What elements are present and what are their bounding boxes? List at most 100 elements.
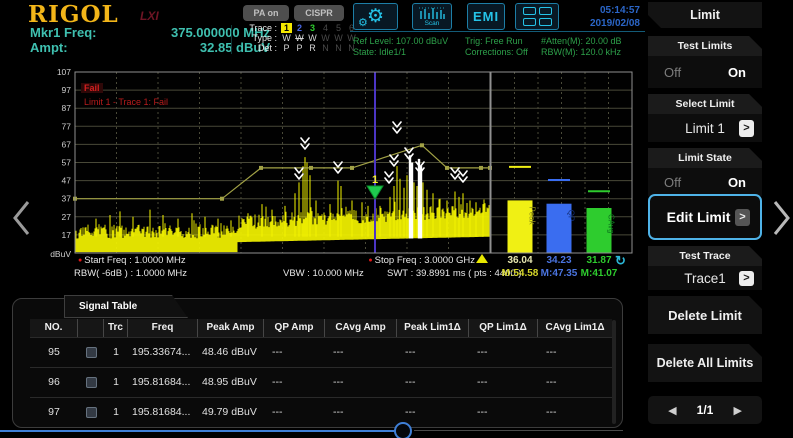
page-prev-icon[interactable]: ◀ (668, 404, 676, 417)
state-readout: State: Idle1/1 (353, 47, 448, 58)
delete-limit-button[interactable]: Delete Limit (648, 296, 762, 334)
trace-3[interactable]: 3 (306, 23, 319, 33)
header-divider (231, 25, 232, 54)
trace-2[interactable]: 2 (293, 23, 306, 33)
bottom-drag-handle[interactable] (394, 422, 412, 438)
col-peak-lim: Peak Lim1Δ (397, 319, 469, 337)
test-limits-off[interactable]: Off (664, 65, 681, 80)
test-limits-section: Test Limits Off On (648, 36, 762, 88)
info-col-2: Trig: Free Run Corrections: Off (465, 36, 528, 58)
bottom-handle-line (0, 430, 396, 432)
svg-text:1: 1 (372, 174, 378, 186)
test-limits-header: Test Limits (648, 36, 762, 56)
col-qp-amp: QP Amp (264, 319, 325, 337)
edit-limit-button[interactable]: Edit Limit > (648, 194, 762, 240)
page-next-icon[interactable]: ▶ (733, 404, 741, 417)
limit-state-header: Limit State (648, 148, 762, 168)
chevron-right-icon[interactable]: > (739, 271, 754, 286)
limit-state-off[interactable]: Off (664, 175, 681, 190)
svg-text:47: 47 (62, 176, 72, 186)
row-checkbox[interactable] (86, 407, 97, 418)
type-label: Type : (237, 33, 277, 43)
clock-time: 05:14:57 (568, 4, 640, 17)
test-trace-section: Test Trace Trace1 > (648, 246, 762, 290)
clock-date: 2019/02/08 (568, 17, 640, 30)
limit-state-section: Limit State Off On (648, 148, 762, 196)
svg-text:57: 57 (62, 158, 72, 168)
peak-bar-value: 36.04 (498, 255, 542, 266)
type-5: W (332, 33, 345, 43)
table-scrollbar[interactable] (612, 320, 616, 424)
start-freq-readout: ●Start Freq : 1.0000 MHz (78, 255, 186, 266)
chevron-right-icon: > (735, 209, 750, 226)
scan-label: Scan (425, 20, 440, 27)
type-3: W (306, 33, 319, 43)
det-5: N (332, 43, 345, 53)
row-checkbox[interactable] (86, 377, 97, 388)
settings-button[interactable]: ⚙⚙ (353, 3, 398, 30)
red-dot-icon: ● (368, 257, 372, 264)
scan-button[interactable]: Scan (412, 3, 452, 30)
instrument-screen: 107978777675747372717dBuV1FailLimit 1 - … (0, 0, 793, 438)
limit-state-on[interactable]: On (728, 175, 746, 190)
windows-icon (523, 7, 552, 26)
cavg-bar-max: M:41.07 (577, 268, 621, 279)
trace-legend[interactable]: Trace : 1 2 3 4 5 6 Type : W W W W W W D… (237, 23, 358, 53)
det-label: Det : (237, 43, 277, 53)
layout-button[interactable] (515, 3, 559, 30)
svg-text:dBuV: dBuV (50, 249, 71, 259)
clock: 05:14:57 2019/02/08 (568, 4, 640, 30)
svg-text:77: 77 (62, 121, 72, 131)
table-row[interactable]: 95 1 195.33674... 48.46 dBuV --- --- ---… (30, 337, 612, 367)
col-no: NO. (30, 319, 78, 337)
table-row[interactable]: 96 1 195.81684... 48.95 dBuV --- --- ---… (30, 367, 612, 397)
type-4: W (319, 33, 332, 43)
det-2: P (293, 43, 306, 53)
ref-level-readout: Ref Level: 107.00 dBuV (353, 36, 448, 47)
refresh-icon[interactable]: ↻ (615, 253, 626, 269)
test-trace-value[interactable]: Trace1 (684, 271, 726, 286)
emi-mode-button[interactable]: EMI (467, 3, 505, 30)
select-limit-header: Select Limit (648, 94, 762, 114)
table-row[interactable]: 97 1 195.81684... 49.79 dBuV --- --- ---… (30, 397, 612, 426)
signal-table-tab[interactable]: Signal Table (64, 295, 188, 318)
det-3: R (306, 43, 319, 53)
svg-text:67: 67 (62, 139, 72, 149)
lxi-logo: LXI (140, 9, 159, 23)
left-panel-chevron[interactable] (10, 198, 34, 238)
pa-on-button[interactable]: PA on (243, 5, 289, 21)
mkr-freq-label: Mkr1 Freq: (30, 25, 96, 40)
col-qp-lim: QP Lim1Δ (469, 319, 538, 337)
test-limits-on[interactable]: On (728, 65, 746, 80)
atten-readout: #Atten(M): 20.00 dB (541, 36, 622, 47)
svg-text:Limit 1 - Trace 1: Fail: Limit 1 - Trace 1: Fail (84, 97, 168, 107)
svg-text:87: 87 (62, 103, 72, 113)
signal-table-header: NO. Trc Freq Peak Amp QP Amp CAvg Amp Pe… (30, 319, 612, 337)
col-trc: Trc (104, 319, 128, 337)
rbw-6db-readout: RBW( -6dB ) : 1.0000 MHz (74, 268, 187, 279)
select-limit-value[interactable]: Limit 1 (685, 121, 725, 136)
menu-title: Limit (648, 2, 762, 28)
row-checkbox[interactable] (86, 347, 97, 358)
svg-text:Fail: Fail (84, 83, 100, 93)
svg-text:CAvg: CAvg (607, 214, 616, 233)
det-1: P (280, 43, 293, 53)
trace-1[interactable]: 1 (281, 23, 292, 33)
qp-bar-max: M:47.35 (537, 268, 581, 279)
vbw-readout: VBW : 10.000 MHz (283, 268, 364, 279)
cispr-button[interactable]: CISPR (294, 5, 344, 21)
scan-icon (418, 6, 446, 20)
right-panel-chevron[interactable] (770, 198, 793, 238)
trace-5[interactable]: 5 (332, 23, 345, 33)
info-col-1: Ref Level: 107.00 dBuV State: Idle1/1 (353, 36, 448, 58)
red-dot-icon: ● (78, 257, 82, 264)
det-4: N (319, 43, 332, 53)
chevron-right-icon[interactable]: > (739, 120, 754, 137)
svg-text:27: 27 (62, 212, 72, 222)
rigol-logo: RIGOL (28, 1, 119, 28)
delete-all-limits-button[interactable]: Delete All Limits (648, 344, 762, 382)
select-limit-section: Select Limit Limit 1 > (648, 94, 762, 142)
header-frame-line (350, 31, 645, 32)
marker-readout: Mkr1 Freq: 375.000000 MHz Ampt: 32.85 dB… (30, 25, 270, 55)
trace-4[interactable]: 4 (319, 23, 332, 33)
